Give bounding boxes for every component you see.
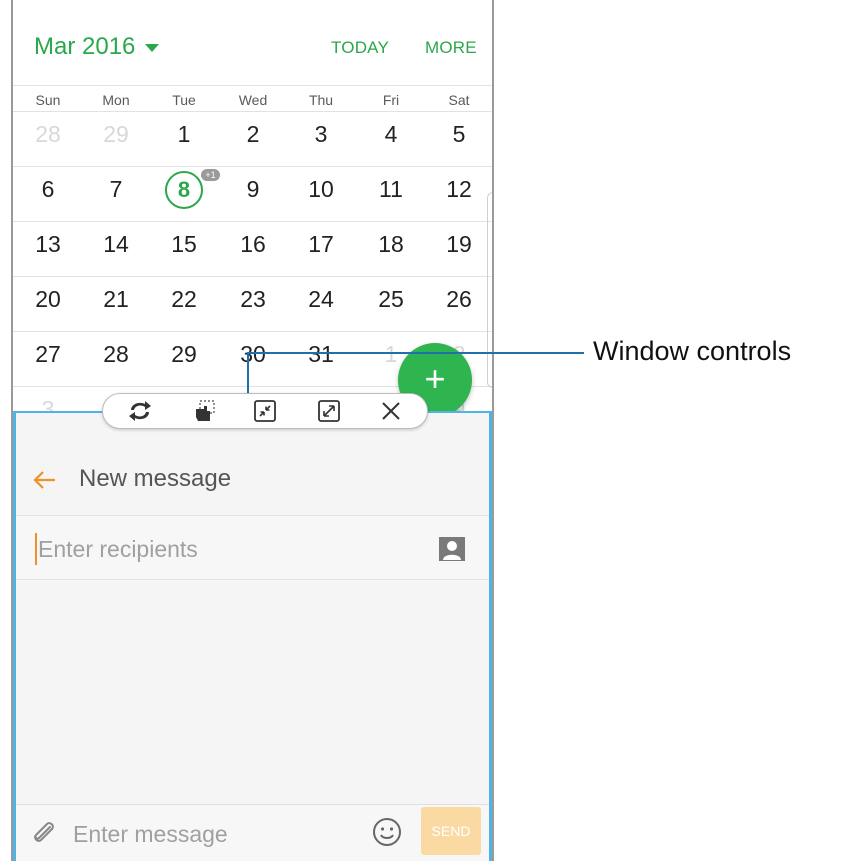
calendar-header: Mar 2016 TODAY MORE [13,0,492,86]
calendar-day[interactable]: 31 [291,332,351,387]
recipients-input[interactable] [36,532,416,566]
drag-and-drop-button[interactable] [183,394,227,428]
calendar-day[interactable]: 16 [223,222,283,277]
edge-panel-handle[interactable] [487,192,492,388]
calendar-day[interactable]: 28 [86,332,146,387]
month-label: Mar 2016 [34,33,136,60]
message-input[interactable] [71,817,361,851]
back-button[interactable] [33,470,57,495]
calendar-day[interactable]: 30 [223,332,283,387]
calendar-day[interactable]: 28 [18,112,78,167]
weekday-tue: Tue [172,92,196,108]
recipients-row [16,516,489,580]
contacts-button[interactable] [438,536,466,567]
calendar-day[interactable]: 13 [18,222,78,277]
minimize-button[interactable] [243,394,287,428]
calendar-day[interactable]: 4 [361,112,421,167]
today-indicator[interactable]: 8 [165,171,203,209]
calendar-day[interactable]: 5 [429,112,489,167]
close-window-button[interactable] [369,394,413,428]
calendar-day[interactable]: 29 [86,112,146,167]
calendar-day[interactable]: 29 [154,332,214,387]
phone-screen: Mar 2016 TODAY MORE Sun Mon Tue Wed Thu … [11,0,494,861]
weekday-sun: Sun [35,92,61,108]
close-icon [382,402,400,420]
maximize-button[interactable] [307,394,351,428]
calendar-day[interactable]: 7 [86,167,146,222]
switch-windows-icon [129,401,151,421]
week-row: 20 21 22 23 24 25 26 [13,277,492,332]
calendar-day[interactable]: 12 [429,167,489,222]
callout-line [247,352,584,354]
smiley-icon [373,818,401,846]
event-count-badge: +1 [201,169,220,181]
calendar-day[interactable]: 6 [18,167,78,222]
weekday-header: Sun Mon Tue Wed Thu Fri Sat [13,86,492,112]
callout-label: Window controls [593,336,792,366]
switch-windows-button[interactable] [118,394,162,428]
message-composer: SEND [16,804,489,861]
today-button[interactable]: TODAY [331,38,389,58]
emoji-button[interactable] [371,816,403,853]
calendar-day[interactable]: 11 [361,167,421,222]
more-button[interactable]: MORE [425,38,477,58]
calendar-day[interactable]: 15 [154,222,214,277]
paperclip-icon [34,822,54,842]
minimize-icon [254,400,276,422]
weekday-thu: Thu [308,92,334,108]
calendar-day[interactable]: 3 [291,112,351,167]
calendar-day[interactable]: 17 [291,222,351,277]
calendar-day[interactable]: 1 [154,112,214,167]
message-title: New message [79,465,232,492]
calendar-day[interactable]: 18 [361,222,421,277]
calendar-day[interactable]: 23 [223,277,283,332]
weekday-mon: Mon [102,92,130,108]
maximize-icon [318,400,340,422]
calendar-day[interactable]: 14 [86,222,146,277]
calendar-day[interactable]: 20 [18,277,78,332]
calendar-day[interactable]: 21 [86,277,146,332]
drag-and-drop-icon [196,400,215,421]
week-row: 6 7 8 +1 9 10 11 12 [13,167,492,222]
calendar-day[interactable]: 2 [223,112,283,167]
send-button[interactable]: SEND [421,807,481,855]
dropdown-arrow-icon [145,44,160,52]
calendar-day[interactable]: 25 [361,277,421,332]
weekday-wed: Wed [238,92,268,108]
window-controls-bar [102,393,428,429]
weekday-sat: Sat [448,92,470,108]
calendar-day[interactable]: 27 [18,332,78,387]
weekday-fri: Fri [382,92,400,108]
calendar-day[interactable]: 10 [291,167,351,222]
calendar-day[interactable]: 19 [429,222,489,277]
week-row: 28 29 1 2 3 4 5 [13,112,492,167]
calendar-day[interactable]: 22 [154,277,214,332]
calendar-day[interactable]: 24 [291,277,351,332]
month-selector[interactable]: Mar 2016 [34,33,160,61]
calendar-day[interactable]: 3 [18,387,78,411]
calendar-day[interactable]: 9 [223,167,283,222]
back-arrow-icon [33,471,55,489]
contact-icon [439,537,465,561]
week-row: 13 14 15 16 17 18 19 [13,222,492,277]
attach-button[interactable] [30,819,58,852]
calendar-day[interactable]: 26 [429,277,489,332]
message-window: New message Enter recipients Enter messa… [13,411,492,861]
